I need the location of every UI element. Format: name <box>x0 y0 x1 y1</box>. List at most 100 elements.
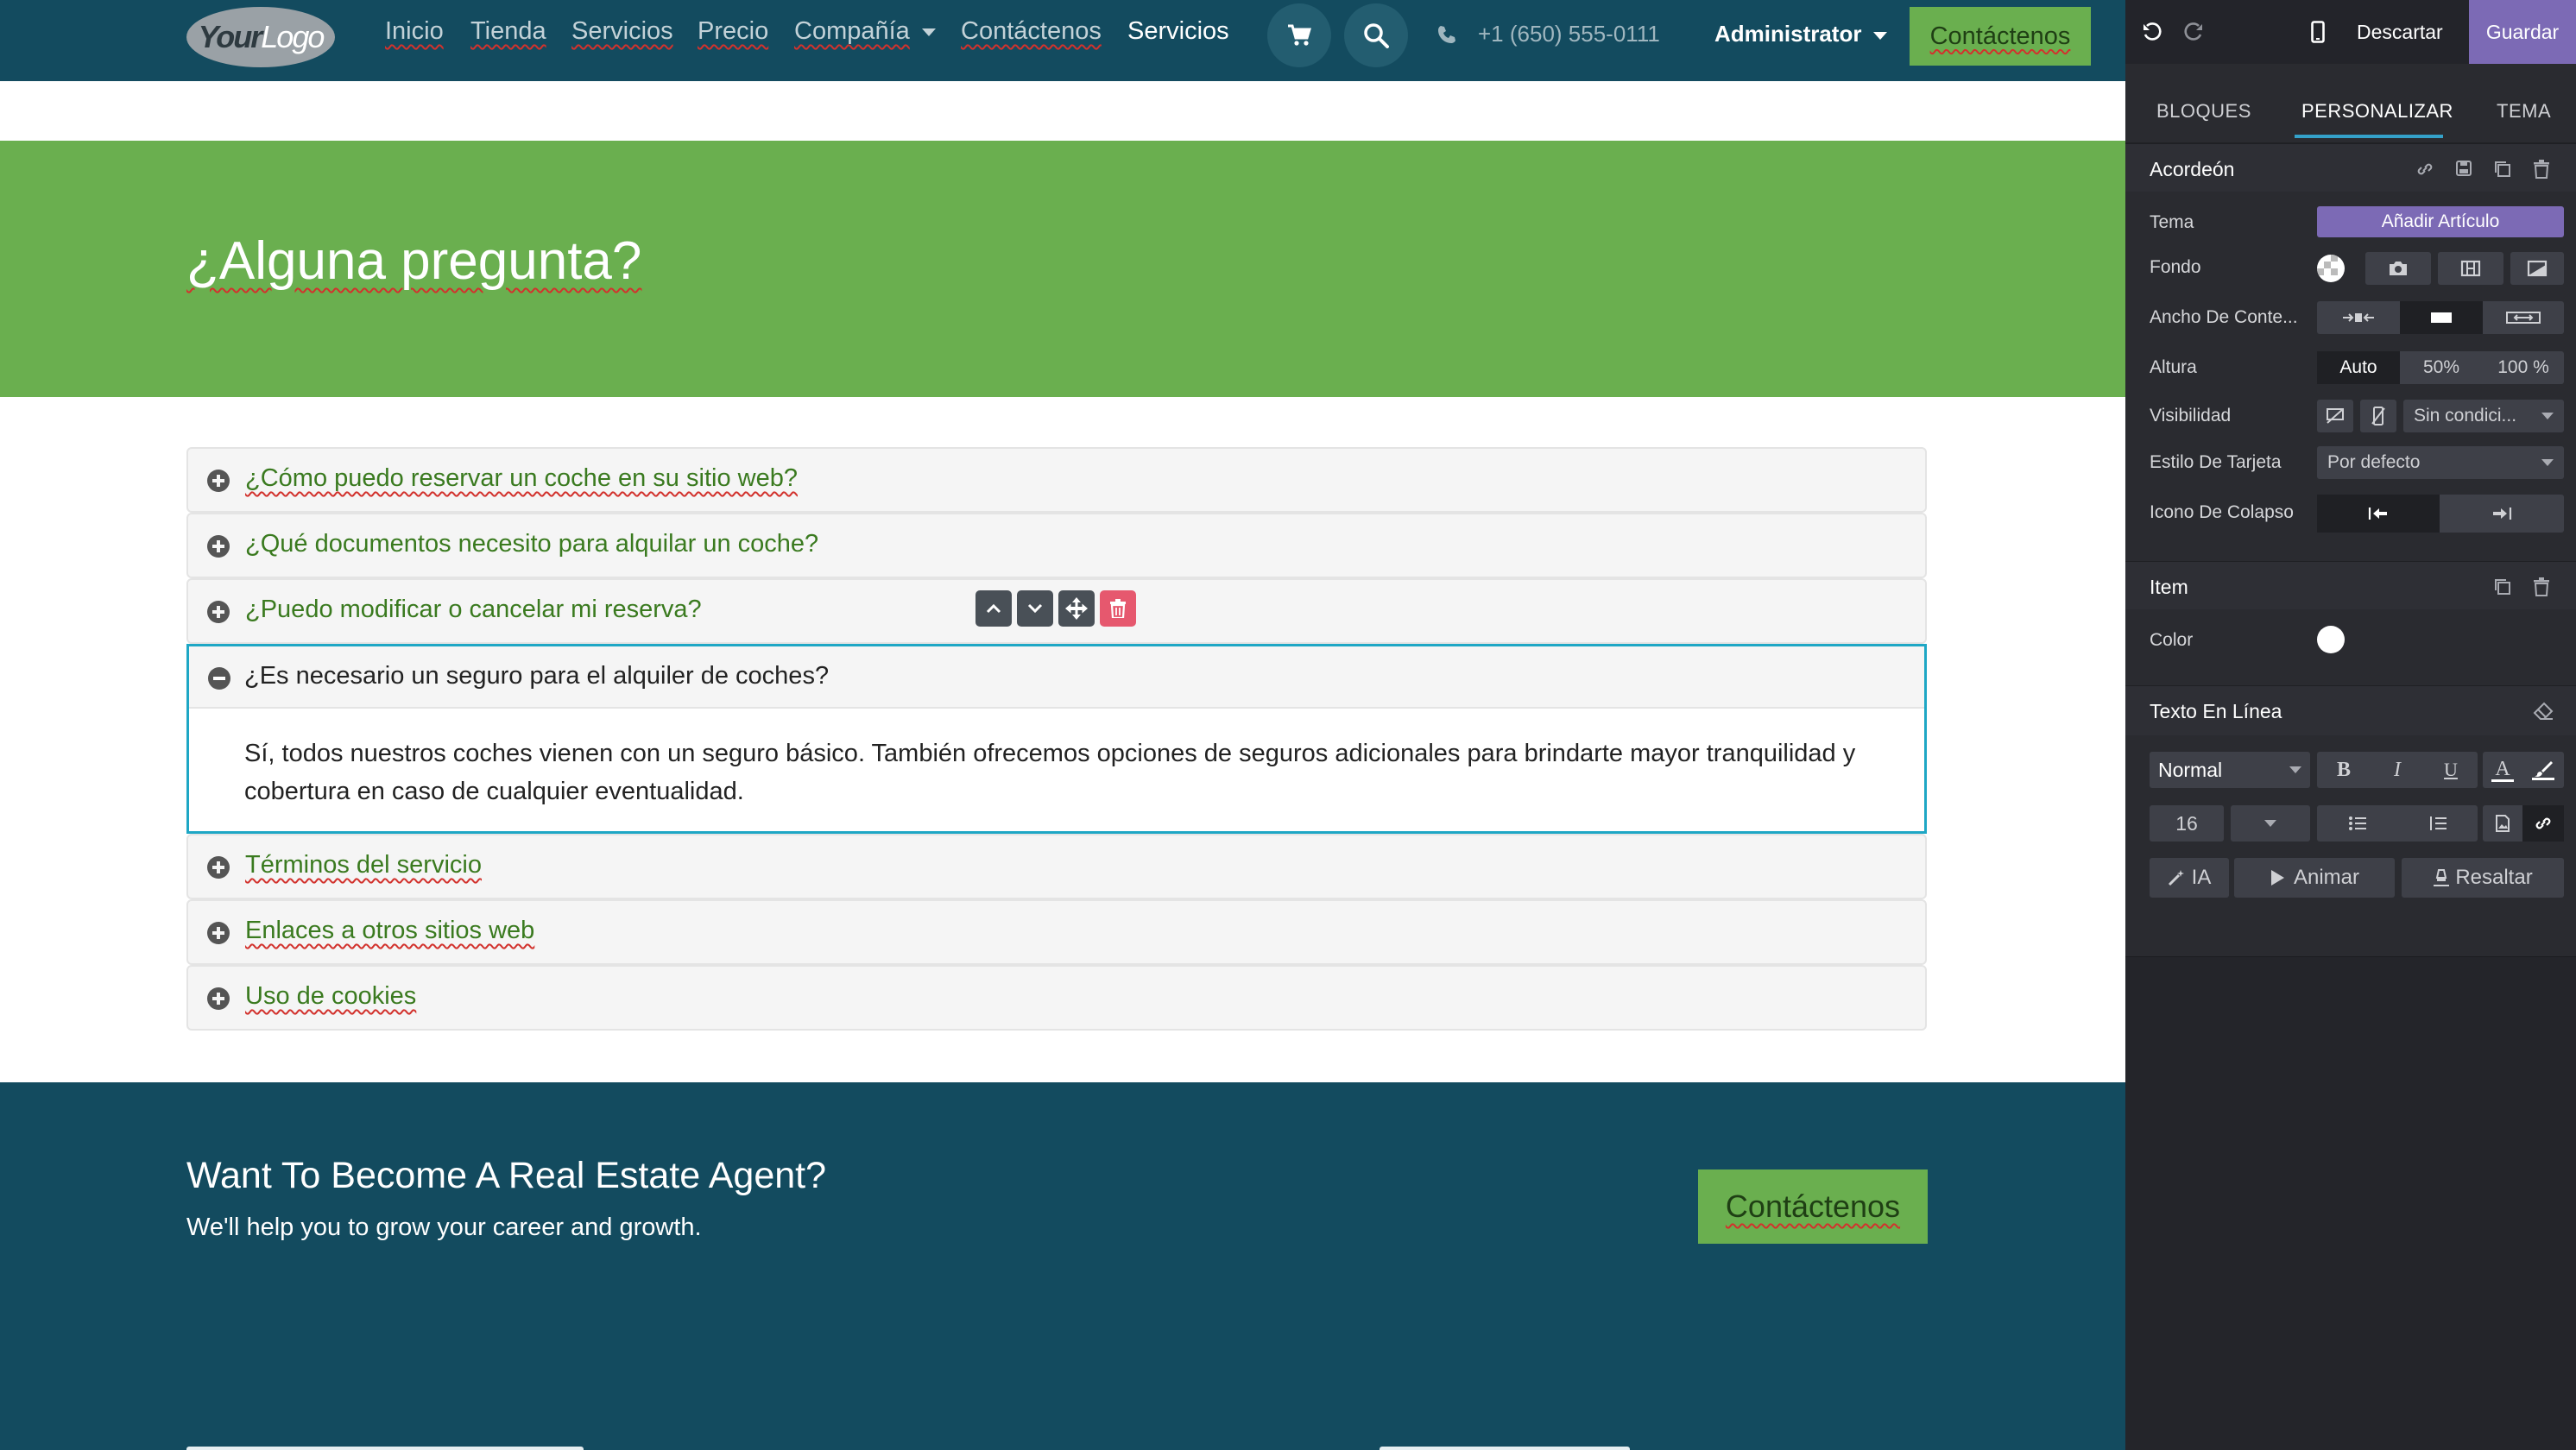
hero-title[interactable]: ¿Alguna pregunta? <box>186 230 641 292</box>
user-menu[interactable]: Administrator <box>1714 21 1888 47</box>
navbar-contact-button[interactable]: Contáctenos <box>1910 7 2091 66</box>
underline-button[interactable]: U <box>2424 752 2478 788</box>
accordion-open-header[interactable]: ¿Es necesario un seguro para el alquiler… <box>189 646 1924 709</box>
nav-link-contactenos[interactable]: Contáctenos <box>961 17 1102 46</box>
duplicate-icon[interactable] <box>2493 160 2512 179</box>
accordion-question: ¿Es necesario un seguro para el alquiler… <box>244 662 830 690</box>
shape-icon <box>2527 260 2548 277</box>
save-button[interactable]: Guardar <box>2469 0 2576 64</box>
nav-link-tienda[interactable]: Tienda <box>470 17 546 46</box>
film-icon <box>2460 260 2481 277</box>
chevron-down-icon <box>2289 766 2301 773</box>
accordion-item[interactable]: Enlaces a otros sitios web <box>186 899 1927 965</box>
accordion-answer[interactable]: Sí, todos nuestros coches vienen con un … <box>244 734 1885 810</box>
save-snippet-icon[interactable] <box>2455 160 2472 177</box>
font-color-button[interactable]: A <box>2483 752 2522 788</box>
phone-contact[interactable]: +1 (650) 555-0111 <box>1436 21 1660 47</box>
tab-bloques[interactable]: BLOQUES <box>2156 100 2251 123</box>
mobile-icon <box>2311 21 2325 43</box>
background-video-button[interactable] <box>2438 252 2503 285</box>
nav-link-inicio[interactable]: Inicio <box>385 17 444 46</box>
duplicate-icon[interactable] <box>2493 577 2512 596</box>
accordion-item[interactable]: Términos del servicio <box>186 834 1927 899</box>
nav-dropdown-compania[interactable]: Compañía <box>794 17 936 46</box>
insert-link-button[interactable] <box>2522 805 2564 842</box>
collapse-icon-segmented <box>2317 495 2564 533</box>
italic-button[interactable]: I <box>2371 752 2424 788</box>
visibility-condition-dropdown[interactable]: Sin condici... <box>2403 400 2564 432</box>
hide-desktop-toggle[interactable] <box>2317 400 2353 432</box>
altura-label: Altura <box>2150 357 2197 377</box>
animate-button[interactable]: Animar <box>2234 858 2395 898</box>
move-down-button[interactable] <box>1017 590 1053 627</box>
trash-icon[interactable] <box>2533 577 2550 596</box>
accordion-item-open[interactable]: ¿Es necesario un seguro para el alquiler… <box>186 644 1927 834</box>
bold-button[interactable]: B <box>2317 752 2371 788</box>
accordion-item[interactable]: ¿Qué documentos necesito para alquilar u… <box>186 513 1927 578</box>
height-50-option[interactable]: 50% <box>2400 351 2483 384</box>
redo-button[interactable] <box>2177 16 2210 48</box>
discard-button[interactable]: Descartar <box>2357 0 2443 64</box>
highlight-color-button[interactable] <box>2522 752 2564 788</box>
collapse-icon-left-option[interactable] <box>2317 495 2440 533</box>
footer-subtitle[interactable]: We'll help you to grow your career and g… <box>186 1214 702 1242</box>
arrows-outward-icon <box>2506 312 2541 324</box>
item-color-swatch[interactable] <box>2317 626 2345 653</box>
height-100-option[interactable]: 100 % <box>2483 351 2564 384</box>
ai-button-label: IA <box>2191 866 2212 889</box>
highlight-button[interactable]: Resaltar <box>2402 858 2564 898</box>
arrow-to-left-icon <box>2368 508 2387 520</box>
background-color-swatch[interactable] <box>2317 255 2345 282</box>
add-item-button[interactable]: Añadir Artículo <box>2317 206 2564 237</box>
width-small-option[interactable] <box>2317 301 2400 334</box>
move-up-button[interactable] <box>975 590 1012 627</box>
accordion-question: Uso de cookies <box>245 982 417 1010</box>
search-button[interactable] <box>1344 3 1408 67</box>
card-style-dropdown[interactable]: Por defecto <box>2317 446 2564 479</box>
width-regular-option[interactable] <box>2400 301 2483 334</box>
collapse-icon-right-option[interactable] <box>2440 495 2564 533</box>
nav-link-servicios-active[interactable]: Servicios <box>1127 17 1229 46</box>
nav-link-precio[interactable]: Precio <box>698 17 768 46</box>
text-style-dropdown[interactable]: Normal <box>2150 752 2310 788</box>
highlight-color-bar <box>2532 777 2554 780</box>
background-shape-button[interactable] <box>2510 252 2564 285</box>
mobile-preview-button[interactable] <box>2301 16 2334 48</box>
drag-handle-button[interactable] <box>1058 590 1095 627</box>
hide-mobile-toggle[interactable] <box>2360 400 2396 432</box>
width-full-option[interactable] <box>2483 301 2564 334</box>
font-size-input[interactable]: 16 <box>2150 805 2224 842</box>
link-icon[interactable] <box>2415 160 2434 179</box>
height-segmented: Auto 50% 100 % <box>2317 351 2564 384</box>
insert-media-button[interactable] <box>2483 805 2522 842</box>
tab-tema[interactable]: TEMA <box>2497 100 2551 123</box>
footer-contact-button[interactable]: Contáctenos <box>1698 1169 1928 1244</box>
accordion-item[interactable]: ¿Cómo puedo reservar un coche en su siti… <box>186 447 1927 513</box>
cart-icon <box>1288 24 1311 46</box>
font-size-dropdown[interactable] <box>2231 805 2310 842</box>
chevron-down-icon <box>2541 413 2554 419</box>
numbered-list-icon <box>2430 816 2447 830</box>
plus-circle-icon <box>207 470 230 492</box>
tab-personalizar[interactable]: PERSONALIZAR <box>2301 100 2453 123</box>
numbered-list-button[interactable] <box>2398 805 2478 842</box>
accordion-item[interactable]: Uso de cookies <box>186 965 1927 1031</box>
undo-button[interactable] <box>2136 16 2169 48</box>
delete-block-button[interactable] <box>1100 590 1136 627</box>
site-logo[interactable]: YourLogo <box>186 7 335 67</box>
footer-title[interactable]: Want To Become A Real Estate Agent? <box>186 1155 826 1197</box>
nav-link-servicios[interactable]: Servicios <box>571 17 673 46</box>
eraser-icon[interactable] <box>2533 702 2554 721</box>
list-format-group <box>2317 805 2478 842</box>
bullet-list-button[interactable] <box>2317 805 2398 842</box>
image-file-icon <box>2496 815 2510 832</box>
ai-button[interactable]: IA <box>2150 858 2229 898</box>
minus-circle-icon <box>208 667 230 690</box>
background-image-button[interactable] <box>2365 252 2431 285</box>
height-auto-option[interactable]: Auto <box>2317 351 2400 384</box>
cart-button[interactable] <box>1267 3 1331 67</box>
trash-icon[interactable] <box>2533 160 2550 179</box>
section-title: Acordeón <box>2150 158 2235 180</box>
plus-circle-icon <box>207 601 230 623</box>
website-preview: YourLogo Inicio Tienda Servicios Precio … <box>0 0 2125 1450</box>
